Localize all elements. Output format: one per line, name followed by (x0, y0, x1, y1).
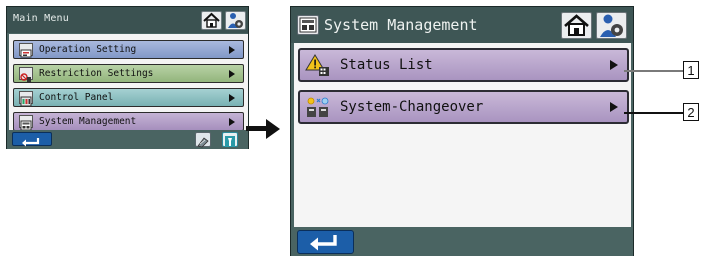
main-menu-title: Main Menu (13, 13, 69, 24)
menu-item-status-list[interactable]: Status List (298, 48, 629, 82)
home-icon (203, 12, 220, 28)
maintenance-button[interactable] (596, 12, 627, 39)
chevron-right-icon (229, 93, 235, 102)
menu-item-label: Control Panel (39, 92, 114, 103)
chevron-right-icon (229, 69, 235, 78)
menu-item-system-changeover[interactable]: System-Changeover (298, 90, 629, 124)
callout-leader-1 (624, 70, 683, 72)
main-menu-list: Operation Setting Restriction Settings C… (9, 34, 248, 131)
system-management-header: System Management (291, 7, 633, 43)
callout-1: 1 (683, 61, 699, 79)
menu-item-operation-setting[interactable]: Operation Setting (13, 40, 244, 59)
restriction-settings-icon (19, 67, 33, 82)
cleaning-icon (197, 137, 209, 148)
home-button[interactable] (561, 12, 592, 39)
main-menu-screen: Main Menu Operation Setting Restriction … (6, 6, 249, 149)
menu-item-label: Status List (340, 57, 433, 73)
home-icon (564, 14, 589, 36)
system-changeover-icon (305, 96, 330, 119)
menu-item-restriction-settings[interactable]: Restriction Settings (13, 64, 244, 83)
menu-item-label: System-Changeover (340, 99, 484, 115)
main-menu-footer (7, 130, 248, 149)
back-button[interactable] (12, 132, 52, 147)
chevron-right-icon (610, 102, 618, 112)
menu-item-control-panel[interactable]: Control Panel (13, 88, 244, 107)
maintenance-button[interactable] (225, 11, 246, 30)
system-management-icon (297, 15, 319, 35)
transition-arrow (246, 126, 268, 131)
menu-item-label: Operation Setting (39, 44, 137, 55)
operation-setting-icon (19, 43, 33, 58)
cleaning-button[interactable] (195, 132, 211, 148)
control-panel-icon (19, 91, 33, 107)
callout-leader-2 (624, 112, 683, 114)
maintenance-person-icon (600, 14, 623, 37)
home-button[interactable] (201, 11, 222, 30)
service-tool-button[interactable] (222, 132, 238, 147)
chevron-right-icon (229, 45, 235, 54)
menu-item-label: Restriction Settings (39, 68, 154, 79)
maintenance-person-icon (228, 13, 243, 28)
menu-item-label: System Management (39, 116, 137, 127)
system-management-screen: System Management Status List System-Cha… (290, 6, 634, 256)
system-management-icon (19, 115, 33, 131)
warning-status-icon (305, 53, 330, 77)
chevron-right-icon (610, 60, 618, 70)
arrow-right-icon (266, 119, 280, 139)
back-button[interactable] (297, 230, 354, 254)
callout-2: 2 (683, 103, 699, 121)
service-tool-icon (225, 136, 235, 147)
chevron-right-icon (229, 117, 235, 126)
page-title: System Management (324, 16, 478, 34)
system-management-footer (291, 227, 633, 256)
system-management-list: Status List System-Changeover (294, 43, 631, 227)
menu-item-system-management[interactable]: System Management (13, 112, 244, 131)
back-icon (22, 138, 40, 147)
back-icon (310, 235, 337, 251)
main-menu-header: Main Menu (7, 7, 248, 33)
